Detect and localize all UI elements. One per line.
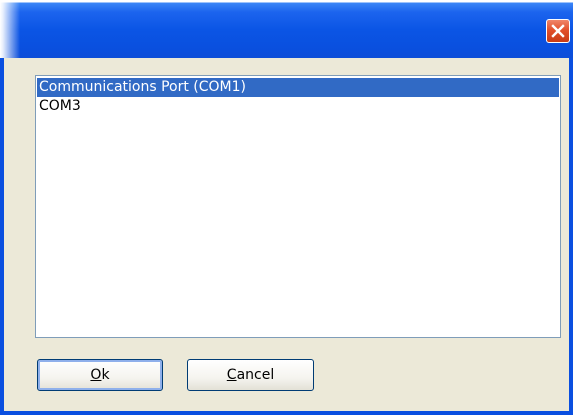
ok-button-mnemonic: O — [90, 367, 102, 383]
close-button[interactable] — [546, 19, 570, 43]
ok-button[interactable]: Ok — [37, 359, 163, 391]
cancel-button-label: ancel — [236, 367, 275, 383]
title-bar-edge — [0, 0, 20, 58]
port-listbox[interactable]: Communications Port (COM1) COM3 — [35, 75, 561, 338]
dialog-window: Communications Port (COM1) COM3 Ok Cance… — [0, 0, 573, 415]
ok-button-label: k — [101, 367, 110, 383]
close-icon — [551, 24, 565, 38]
cancel-button-mnemonic: C — [226, 367, 237, 383]
list-item[interactable]: COM3 — [37, 97, 559, 116]
title-bar[interactable] — [0, 0, 573, 58]
list-item[interactable]: Communications Port (COM1) — [37, 78, 559, 97]
cancel-button[interactable]: Cancel — [187, 359, 314, 391]
